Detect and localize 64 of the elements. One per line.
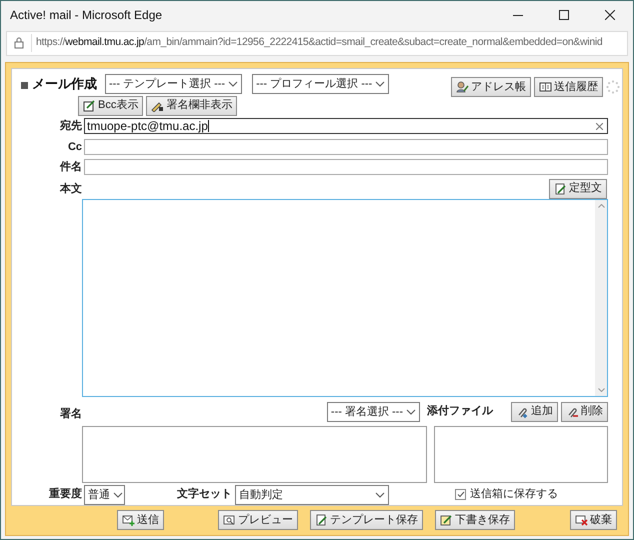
text-field[interactable] [84,159,608,176]
chevron-down-icon [375,81,386,87]
text-field[interactable]: tmuope-ptc@tmu.ac.jp [84,118,608,134]
magnifier-window-icon [223,514,236,526]
send-button[interactable]: 送信 [117,510,164,530]
minimize-icon [513,14,523,16]
document-pencil-icon [554,182,567,194]
chevron-down-icon [228,81,238,87]
paperclip-plus-icon [516,406,529,418]
discard-button[interactable]: 破棄 [570,510,617,530]
template-button[interactable]: テンプレート保存 [310,510,423,530]
field-label: Cc [66,140,83,154]
envelope-cross-icon [575,514,588,526]
save-outbox-checkbox[interactable] [455,489,466,500]
scroll-down-icon[interactable] [598,388,604,392]
draft-button[interactable]: 下書き保存 [435,510,515,530]
url-text: https://webmail.tmu.ac.jp/am_bin/ammain?id=12956_2222415&actid=smail_create&subact=create_normal&embedded=on&winid [36,35,602,50]
preview-button[interactable]: プレビュー [218,510,298,530]
envelope-plus-icon [122,514,135,526]
text-field[interactable] [84,138,608,155]
document-pencil-icon [315,514,328,526]
attach-delete-button[interactable]: 削除 [561,402,608,422]
close-icon [605,10,615,20]
checkbox-label: 送信箱に保存する [470,487,558,502]
hide-signature-button[interactable]: 署名欄非表示 [146,96,238,116]
chevron-down-icon [406,408,416,414]
field-label: 本文 [58,182,83,197]
template-select[interactable]: --- テンプレート選択 --- [105,74,242,94]
charset-select[interactable]: 自動判定 [235,484,389,504]
maximize-icon [559,10,569,20]
attachment-list[interactable] [434,426,608,482]
field-label: 署名 [59,406,83,422]
signature-textarea[interactable] [82,426,427,482]
lock-icon [14,37,24,49]
loading-spinner-icon [606,80,620,94]
field-label: 件名 [58,160,83,175]
address-book-button[interactable]: アドレス帳 [451,77,531,97]
signature-select[interactable]: --- 署名選択 --- [326,402,420,422]
attach-add-button[interactable]: 追加 [511,402,558,422]
address-bar[interactable]: https://webmail.tmu.ac.jp/am_bin/ammain?id=12956_2222415&actid=smail_create&subact=create_normal&embedded=on&winid [6,30,628,56]
paperclip-minus-icon [566,406,579,418]
notepad-pencil-icon [440,514,453,526]
profile-select[interactable]: --- プロフィール選択 --- [252,74,390,94]
checkbox-square-icon [21,82,28,88]
attachment-label: 添付ファイル [427,404,493,420]
window-title: Active! mail - Microsoft Edge [10,7,162,24]
scroll-up-icon[interactable] [598,204,604,208]
field-label: 重要度 [48,486,83,502]
scrollbar[interactable] [595,200,607,396]
chevron-down-icon [375,492,385,498]
clear-icon[interactable] [596,122,603,130]
person-pencil-icon [456,81,469,93]
book-icon [539,81,552,93]
edit-icon [83,100,96,112]
charset-label: 文字セット [177,486,232,502]
fixed-phrase-button[interactable]: 定型文 [549,178,607,198]
bcc-button[interactable]: Bcc表示 [78,96,144,116]
chevron-down-icon [113,492,123,498]
field-label: 宛先 [58,118,83,134]
sent-history-button[interactable]: 送信履歴 [534,77,603,97]
priority-select[interactable]: 普通 [84,484,125,504]
check-icon [456,491,464,498]
pencil-icon [151,100,164,112]
page-title: メール作成 [32,75,97,94]
